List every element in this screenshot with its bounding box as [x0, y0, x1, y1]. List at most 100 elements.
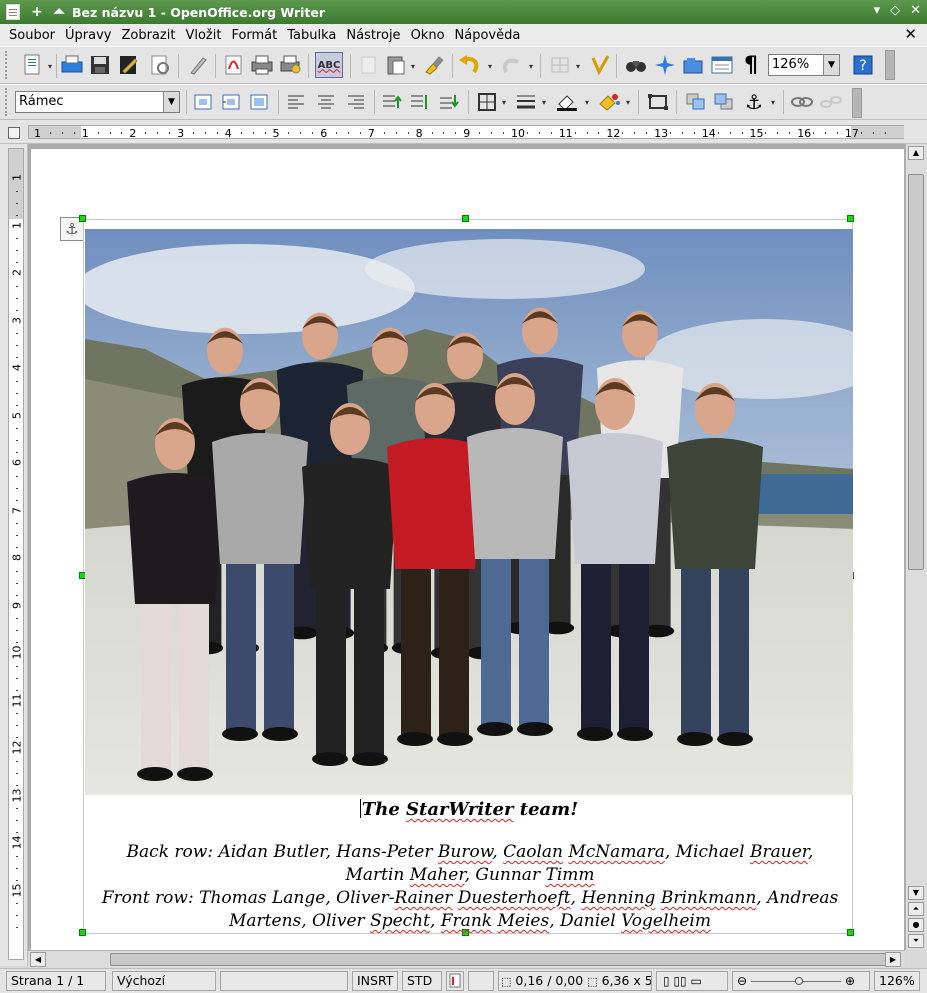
- resize-handle-top[interactable]: [462, 215, 469, 222]
- single-page-view-icon[interactable]: ▯: [663, 974, 670, 988]
- background-color-icon[interactable]: [597, 90, 621, 114]
- border-color-icon[interactable]: [555, 90, 579, 114]
- book-view-icon[interactable]: ▭: [690, 974, 701, 988]
- wrap-off-icon[interactable]: [191, 90, 215, 114]
- spellcheck-button[interactable]: ABC: [315, 52, 343, 78]
- menu-nastroje[interactable]: Nástroje: [341, 28, 405, 43]
- find-binoculars-icon[interactable]: [624, 53, 648, 77]
- scroll-right-icon[interactable]: ▶: [885, 952, 901, 967]
- cut-icon[interactable]: [357, 53, 381, 77]
- chevron-down-icon[interactable]: ▼: [163, 92, 179, 112]
- resize-handle-bottom-right[interactable]: [847, 929, 854, 936]
- toolbar-overflow-handle[interactable]: [852, 88, 862, 118]
- multi-page-view-icon[interactable]: ▯▯: [673, 974, 686, 988]
- align-left-icon[interactable]: [284, 90, 308, 114]
- document-icon[interactable]: [6, 4, 20, 20]
- print-preview-icon[interactable]: [279, 53, 303, 77]
- caption-body[interactable]: Back row: Aidan Butler, Hans-Peter Burow…: [95, 841, 845, 933]
- document-workspace[interactable]: ⚓ The StarWriter team! Back row: Aidan B…: [28, 144, 905, 950]
- chevron-down-icon[interactable]: ▼: [823, 55, 839, 75]
- horizontal-scrollbar[interactable]: ◀ ▶: [28, 950, 905, 968]
- print-direct-icon[interactable]: [250, 53, 274, 77]
- printer-icon[interactable]: [60, 53, 84, 77]
- shade-icon[interactable]: ⏶: [50, 4, 68, 20]
- new-document-icon[interactable]: [20, 53, 44, 77]
- borders-icon[interactable]: [475, 90, 499, 114]
- chevron-down-icon[interactable]: ▾: [48, 62, 52, 71]
- zoom-slider-knob[interactable]: [795, 977, 804, 985]
- align-middle-icon[interactable]: [408, 90, 432, 114]
- menu-upravy[interactable]: Úpravy: [60, 28, 116, 43]
- zoom-slider-track[interactable]: [751, 977, 842, 985]
- chevron-down-icon[interactable]: ▾: [585, 98, 589, 107]
- vertical-scrollbar[interactable]: ▲ ▼ ⏶ ● ⏷: [905, 144, 927, 950]
- scroll-down-icon[interactable]: ▼: [908, 886, 924, 900]
- format-paintbrush-icon[interactable]: [422, 53, 446, 77]
- resize-handle-bottom-left[interactable]: [79, 929, 86, 936]
- navigator-icon[interactable]: [653, 53, 677, 77]
- align-right-icon[interactable]: [344, 90, 368, 114]
- bring-to-front-icon[interactable]: [684, 90, 708, 114]
- status-zoom[interactable]: 126%: [874, 971, 920, 991]
- toolbar-overflow-handle[interactable]: [885, 50, 895, 80]
- menu-vlozit[interactable]: Vložit: [180, 28, 226, 43]
- chevron-down-icon[interactable]: ▾: [542, 98, 546, 107]
- align-top-icon[interactable]: [380, 90, 404, 114]
- caption-back-row[interactable]: Back row: Aidan Butler, Hans-Peter Burow…: [95, 841, 845, 887]
- resize-handle-top-left[interactable]: [79, 215, 86, 222]
- anchor-icon[interactable]: ⚓: [742, 90, 766, 114]
- unlink-frames-icon[interactable]: [819, 90, 843, 114]
- chevron-down-icon[interactable]: ▾: [626, 98, 630, 107]
- paste-icon[interactable]: [384, 53, 408, 77]
- email-icon[interactable]: [148, 53, 172, 77]
- close-window-icon[interactable]: ✕: [910, 3, 921, 18]
- toolbar-grip[interactable]: [5, 51, 9, 79]
- menu-zobrazit[interactable]: Zobrazit: [116, 28, 180, 43]
- menu-soubor[interactable]: Soubor: [0, 28, 60, 43]
- redo-icon[interactable]: [500, 53, 524, 77]
- vertical-scroll-thumb[interactable]: [908, 174, 924, 570]
- gallery-icon[interactable]: [681, 53, 705, 77]
- caption-front-row[interactable]: Front row: Thomas Lange, Oliver-Rainer D…: [95, 887, 845, 933]
- caption-title[interactable]: The StarWriter team!: [85, 799, 853, 820]
- frame-properties-icon[interactable]: [646, 90, 670, 114]
- close-document-icon[interactable]: ✕: [904, 25, 917, 43]
- chevron-down-icon[interactable]: ▾: [529, 62, 533, 71]
- title-bar[interactable]: + ⏶ Bez názvu 1 - OpenOffice.org Writer …: [0, 0, 927, 24]
- edit-document-icon[interactable]: [117, 53, 141, 77]
- fontwork-icon[interactable]: [588, 53, 612, 77]
- save-icon[interactable]: [88, 53, 112, 77]
- horizontal-ruler[interactable]: 1 1 2 3 4 5 6 7 8 9 10 11 12 13 14 15 16 17: [0, 120, 927, 144]
- chevron-down-icon[interactable]: ▾: [771, 98, 775, 107]
- chevron-down-icon[interactable]: ▾: [502, 98, 506, 107]
- pencil-icon[interactable]: [186, 53, 210, 77]
- zoom-out-icon[interactable]: ⊖: [737, 974, 747, 988]
- chevron-down-icon[interactable]: ▾: [411, 62, 415, 71]
- paragraph-style-combobox[interactable]: Rámec ▼: [15, 91, 180, 113]
- tab-stop-type-icon[interactable]: [8, 127, 20, 139]
- scroll-up-icon[interactable]: ▲: [908, 146, 924, 160]
- resize-handle-top-right[interactable]: [847, 215, 854, 222]
- border-style-icon[interactable]: [514, 90, 538, 114]
- status-selection-mode[interactable]: STD: [402, 971, 442, 991]
- scroll-left-icon[interactable]: ◀: [30, 952, 46, 967]
- zoom-slider[interactable]: ⊖ ⊕: [732, 971, 870, 991]
- data-sources-icon[interactable]: [710, 53, 734, 77]
- status-page[interactable]: Strana 1 / 1: [6, 971, 106, 991]
- document-page[interactable]: ⚓ The StarWriter team! Back row: Aidan B…: [31, 149, 904, 950]
- send-to-back-icon[interactable]: [712, 90, 736, 114]
- menu-napoveda[interactable]: Nápověda: [450, 28, 526, 43]
- team-photo[interactable]: [85, 229, 853, 795]
- align-bottom-icon[interactable]: [437, 90, 461, 114]
- status-page-style[interactable]: Výchozí: [112, 971, 216, 991]
- status-signature[interactable]: [468, 971, 494, 991]
- minimize-icon[interactable]: ▾: [874, 3, 881, 18]
- align-center-icon[interactable]: [314, 90, 338, 114]
- status-insert-mode[interactable]: INSRT: [352, 971, 398, 991]
- document-modified-icon[interactable]: [446, 971, 464, 991]
- undo-icon[interactable]: [458, 53, 482, 77]
- menu-okno[interactable]: Okno: [406, 28, 450, 43]
- chevron-down-icon[interactable]: ▾: [576, 62, 580, 71]
- maximize-icon[interactable]: ◇: [890, 3, 900, 18]
- toolbar-grip[interactable]: [5, 88, 9, 116]
